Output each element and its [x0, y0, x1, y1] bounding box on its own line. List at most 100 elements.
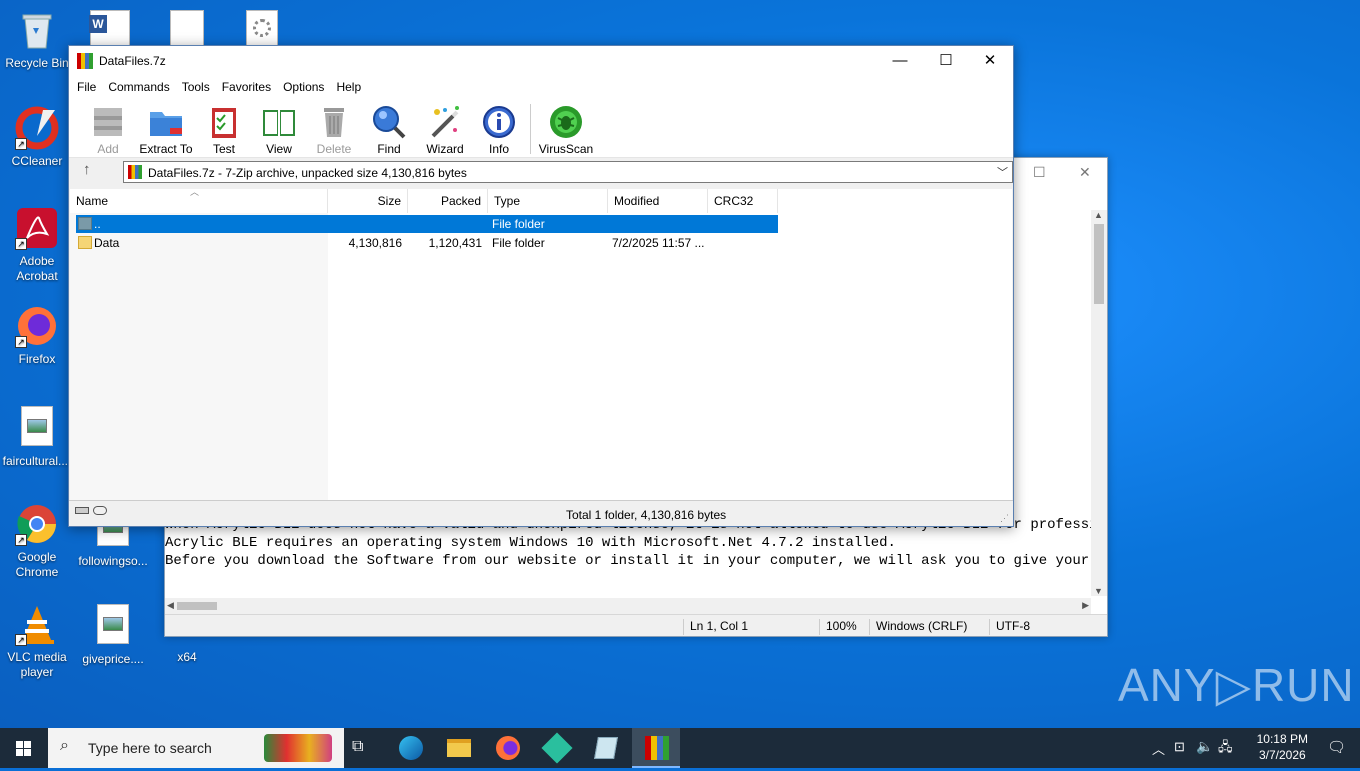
image-file-icon[interactable] [170, 10, 204, 46]
notepad-statusbar: Ln 1, Col 1 100% Windows (CRLF) UTF-8 [165, 614, 1107, 636]
taskbar-firefox[interactable] [482, 728, 530, 768]
address-text: DataFiles.7z - 7-Zip archive, unpacked s… [148, 166, 467, 180]
taskbar-app-notes[interactable] [582, 728, 630, 768]
scroll-thumb[interactable] [1094, 224, 1104, 304]
extract-to-button[interactable]: Extract To [135, 100, 197, 156]
winrar-icon [645, 736, 669, 760]
minimize-icon[interactable]: — [877, 46, 923, 76]
desktop-icon-google-chrome[interactable]: ↗ Google Chrome [0, 502, 74, 580]
clock[interactable]: 10:18 PM 3/7/2026 [1257, 731, 1308, 763]
row-size: 4,130,816 [348, 236, 402, 250]
menu-commands[interactable]: Commands [102, 76, 175, 98]
image-file-icon [15, 406, 59, 450]
column-header-packed[interactable]: Packed [408, 189, 488, 213]
start-button[interactable] [0, 728, 48, 768]
info-button[interactable]: Info [468, 100, 530, 156]
desktop-icon-firefox[interactable]: ↗ Firefox [0, 304, 74, 367]
wizard-button[interactable]: Wizard [414, 100, 476, 156]
menu-file[interactable]: File [71, 76, 102, 98]
notepad-vertical-scrollbar[interactable]: ▲ ▼ [1091, 210, 1107, 596]
column-header-type[interactable]: Type [488, 189, 608, 213]
settings-file-icon[interactable] [246, 10, 278, 46]
shortcut-arrow-icon: ↗ [15, 336, 27, 348]
test-label: Test [212, 142, 235, 156]
virus-bug-icon [548, 104, 584, 140]
table-row[interactable]: Data 4,130,816 1,120,431 File folder 7/2… [76, 234, 778, 252]
network-icon[interactable]: 🖧 [1218, 738, 1233, 760]
scroll-down-icon[interactable]: ▼ [1094, 586, 1103, 596]
7zip-window[interactable]: DataFiles.7z — ☐ ✕ File Commands Tools F… [68, 45, 1014, 527]
delete-button[interactable]: Delete [303, 100, 365, 156]
desktop-icon-giveprice[interactable]: giveprice.... [76, 602, 150, 667]
virusscan-label: VirusScan [538, 142, 594, 156]
table-row[interactable]: .. File folder [76, 215, 778, 233]
info-label: Info [488, 142, 509, 156]
status-text: Total 1 folder, 4,130,816 bytes [566, 508, 727, 522]
find-button[interactable]: Find [358, 100, 420, 156]
column-header-name[interactable]: Name ︿ [70, 187, 328, 213]
desktop-icon-recycle-bin[interactable]: Recycle Bin [0, 8, 74, 71]
menu-tools[interactable]: Tools [176, 76, 216, 98]
7zip-titlebar[interactable]: DataFiles.7z — ☐ ✕ [69, 46, 1013, 76]
taskbar-search[interactable]: ⌕ Type here to search [48, 728, 344, 768]
folder-extract-icon [148, 104, 184, 140]
taskbar-file-explorer[interactable] [434, 728, 482, 768]
column-header-modified[interactable]: Modified [608, 189, 708, 213]
maximize-icon[interactable]: ☐ [923, 46, 969, 76]
volume-icon[interactable]: 🔈 [1196, 738, 1213, 755]
scroll-left-icon[interactable]: ◀ [167, 600, 174, 611]
taskbar-app-green[interactable] [532, 728, 580, 768]
word-logo-icon: W [89, 15, 107, 33]
virusscan-button[interactable]: VirusScan [535, 100, 597, 156]
taskbar-winrar[interactable] [632, 728, 680, 768]
notepad-horizontal-scrollbar[interactable]: ◀ ▶ [165, 598, 1091, 614]
scroll-thumb[interactable] [177, 602, 217, 610]
book-icon [261, 104, 297, 140]
desktop-icon-label: followingso... [78, 554, 148, 568]
column-header-crc32[interactable]: CRC32 [708, 189, 778, 213]
column-label: Name [76, 194, 109, 208]
recycle-bin-icon [15, 8, 59, 52]
chrome-icon: ↗ [15, 502, 59, 546]
system-tray: ︿ ⊡ 🔈 🖧 10:18 PM 3/7/2026 🗨 [1140, 728, 1360, 768]
chevron-up-icon[interactable]: ︿ [1152, 739, 1165, 758]
7zip-menubar: File Commands Tools Favorites Options He… [69, 76, 1013, 98]
resize-grip-icon[interactable]: ⋰ [1000, 513, 1009, 524]
close-icon[interactable]: ✕ [1079, 164, 1091, 181]
acrobat-icon: ↗ [15, 206, 59, 250]
editor-line: Before you download the Software from ou… [165, 553, 1091, 569]
window-title: DataFiles.7z [99, 54, 166, 68]
column-header-size[interactable]: Size [328, 189, 408, 213]
scroll-up-icon[interactable]: ▲ [1094, 210, 1103, 220]
test-button[interactable]: Test [193, 100, 255, 156]
close-icon[interactable]: ✕ [967, 46, 1013, 76]
desktop-icon-vlc[interactable]: ↗ VLC media player [0, 602, 74, 680]
address-combobox[interactable]: DataFiles.7z - 7-Zip archive, unpacked s… [123, 161, 1013, 183]
notification-icon[interactable]: 🗨 [1327, 738, 1346, 756]
add-label: Add [97, 142, 119, 156]
add-button[interactable]: Add [77, 100, 139, 156]
row-packed: 1,120,431 [428, 236, 482, 250]
task-view-button[interactable]: ⧉ [338, 728, 386, 768]
7zip-toolbar: Add Extract To Test View Delete Find Wiz… [69, 98, 1013, 158]
up-folder-icon[interactable]: ↑ [83, 161, 91, 178]
desktop-icon-adobe-acrobat[interactable]: ↗ Adobe Acrobat [0, 206, 74, 284]
menu-help[interactable]: Help [330, 76, 367, 98]
menu-options[interactable]: Options [277, 76, 330, 98]
shortcut-arrow-icon: ↗ [15, 634, 27, 646]
desktop-icon-faircultural[interactable]: faircultural.... [0, 404, 74, 469]
chevron-down-icon[interactable]: ﹀ [997, 164, 1008, 180]
view-button[interactable]: View [248, 100, 310, 156]
search-placeholder: Type here to search [88, 740, 212, 756]
word-document-icon[interactable]: W [89, 10, 130, 46]
maximize-icon[interactable]: ☐ [1033, 164, 1046, 181]
archive-add-icon [90, 104, 126, 140]
meet-now-icon[interactable]: ⊡ [1174, 739, 1185, 755]
address-bar-row: ↑ DataFiles.7z - 7-Zip archive, unpacked… [69, 158, 1013, 184]
menu-favorites[interactable]: Favorites [216, 76, 277, 98]
desktop-icon-ccleaner[interactable]: ↗ CCleaner [0, 106, 74, 169]
file-list[interactable]: Name ︿ Size Packed Type Modified CRC32 .… [70, 187, 1012, 501]
taskbar-edge[interactable] [386, 728, 434, 768]
search-highlight-gifts-icon [264, 734, 332, 762]
scroll-right-icon[interactable]: ▶ [1082, 600, 1089, 611]
